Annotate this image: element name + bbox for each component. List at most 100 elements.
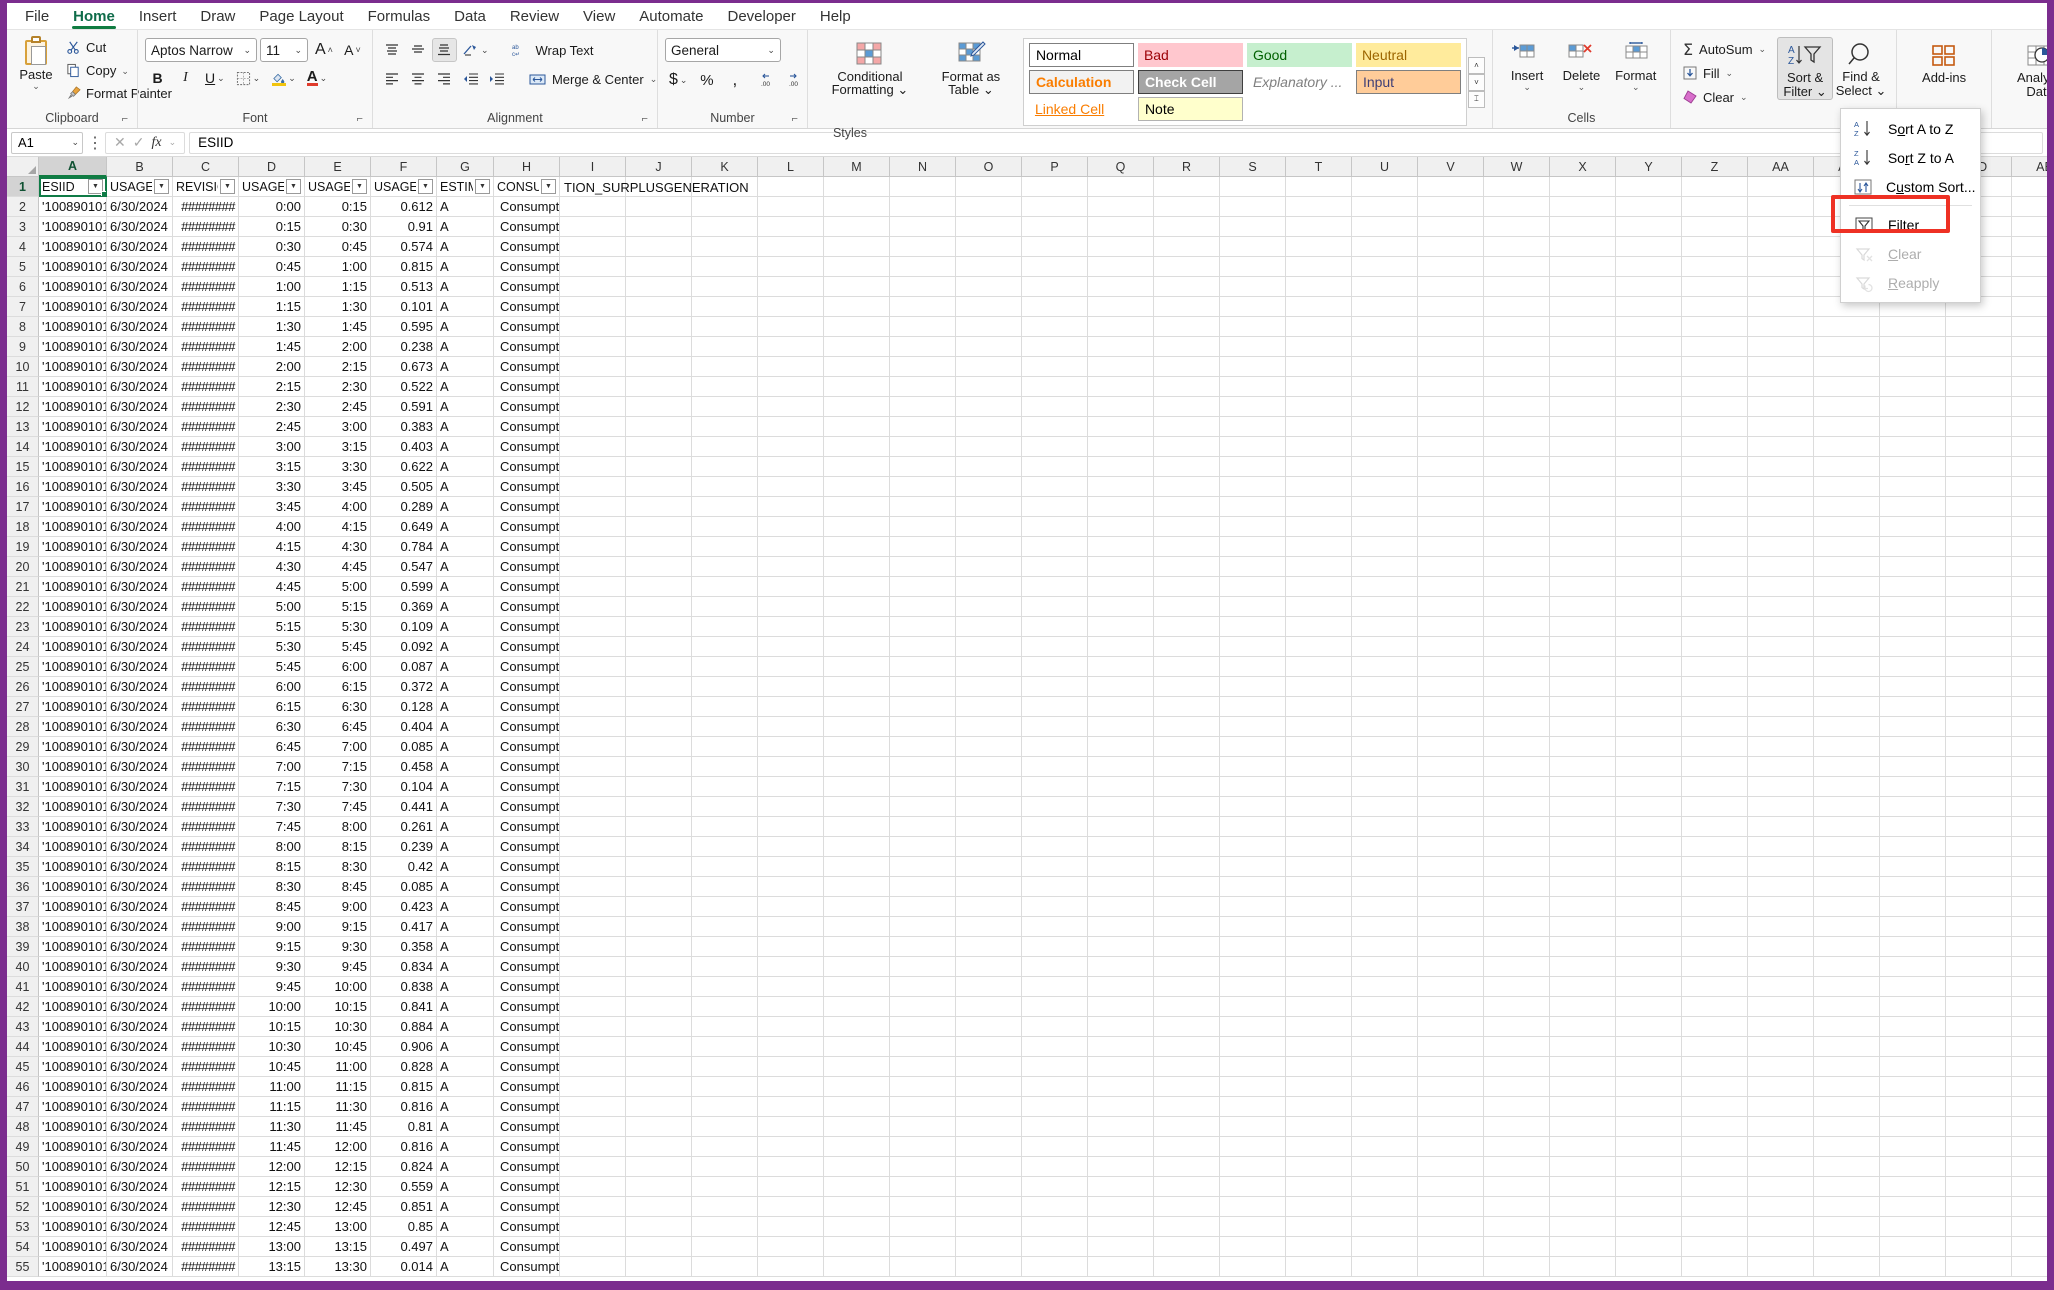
cell-AB31[interactable]	[1814, 777, 1880, 797]
cell-G29[interactable]: A	[437, 737, 494, 757]
cell-P35[interactable]	[1022, 857, 1088, 877]
cell-Y33[interactable]	[1616, 817, 1682, 837]
cell-P25[interactable]	[1022, 657, 1088, 677]
cell-E46[interactable]: 11:15	[305, 1077, 371, 1097]
cell-AD34[interactable]	[1946, 837, 2012, 857]
cell-C46[interactable]: ########	[173, 1077, 239, 1097]
cell-Z51[interactable]	[1682, 1177, 1748, 1197]
cell-U3[interactable]	[1352, 217, 1418, 237]
cell-V42[interactable]	[1418, 997, 1484, 1017]
cell-M26[interactable]	[824, 677, 890, 697]
cell-AA38[interactable]	[1748, 917, 1814, 937]
cell-R47[interactable]	[1154, 1097, 1220, 1117]
cell-J24[interactable]	[626, 637, 692, 657]
cell-Q48[interactable]	[1088, 1117, 1154, 1137]
cell-B5[interactable]: 6/30/2024	[107, 257, 173, 277]
cell-S3[interactable]	[1220, 217, 1286, 237]
column-header-O[interactable]: O	[956, 157, 1022, 177]
cell-K6[interactable]	[692, 277, 758, 297]
cell-V52[interactable]	[1418, 1197, 1484, 1217]
cell-E25[interactable]: 6:00	[305, 657, 371, 677]
cell-V6[interactable]	[1418, 277, 1484, 297]
cell-P51[interactable]	[1022, 1177, 1088, 1197]
cell-AD18[interactable]	[1946, 517, 2012, 537]
cell-O50[interactable]	[956, 1157, 1022, 1177]
cell-R15[interactable]	[1154, 457, 1220, 477]
cell-G50[interactable]: A	[437, 1157, 494, 1177]
cell-W17[interactable]	[1484, 497, 1550, 517]
cell-AC48[interactable]	[1880, 1117, 1946, 1137]
cell-P37[interactable]	[1022, 897, 1088, 917]
cell-Q44[interactable]	[1088, 1037, 1154, 1057]
cell-I14[interactable]	[560, 437, 626, 457]
cell-H30[interactable]: Consumption	[494, 757, 560, 777]
cell-J1[interactable]	[626, 177, 692, 197]
cell-Y54[interactable]	[1616, 1237, 1682, 1257]
cell-AC32[interactable]	[1880, 797, 1946, 817]
cell-style-bad[interactable]: Bad	[1137, 43, 1243, 67]
cell-Q10[interactable]	[1088, 357, 1154, 377]
cell-C22[interactable]: ########	[173, 597, 239, 617]
cell-M8[interactable]	[824, 317, 890, 337]
cell-B46[interactable]: 6/30/2024	[107, 1077, 173, 1097]
cell-P50[interactable]	[1022, 1157, 1088, 1177]
cell-F31[interactable]: 0.104	[371, 777, 437, 797]
cell-AD37[interactable]	[1946, 897, 2012, 917]
cell-O38[interactable]	[956, 917, 1022, 937]
cell-I51[interactable]	[560, 1177, 626, 1197]
cell-U38[interactable]	[1352, 917, 1418, 937]
row-header-29[interactable]: 29	[7, 737, 39, 757]
row-header-45[interactable]: 45	[7, 1057, 39, 1077]
cell-W27[interactable]	[1484, 697, 1550, 717]
cell-F14[interactable]: 0.403	[371, 437, 437, 457]
cell-Y55[interactable]	[1616, 1257, 1682, 1277]
cell-I46[interactable]	[560, 1077, 626, 1097]
cell-M36[interactable]	[824, 877, 890, 897]
cell-A2[interactable]: '100890101	[39, 197, 107, 217]
cell-T44[interactable]	[1286, 1037, 1352, 1057]
cell-L8[interactable]	[758, 317, 824, 337]
menu-item-sort-a-to-z[interactable]: A Z Sort A to Z	[1841, 114, 1980, 143]
cell-AE14[interactable]	[2012, 437, 2047, 457]
cell-P44[interactable]	[1022, 1037, 1088, 1057]
cell-W48[interactable]	[1484, 1117, 1550, 1137]
row-header-6[interactable]: 6	[7, 277, 39, 297]
cell-AE31[interactable]	[2012, 777, 2047, 797]
cell-B14[interactable]: 6/30/2024	[107, 437, 173, 457]
cell-Y39[interactable]	[1616, 937, 1682, 957]
cell-AB20[interactable]	[1814, 557, 1880, 577]
cell-O15[interactable]	[956, 457, 1022, 477]
cell-N33[interactable]	[890, 817, 956, 837]
cell-X29[interactable]	[1550, 737, 1616, 757]
cell-Z6[interactable]	[1682, 277, 1748, 297]
cell-N29[interactable]	[890, 737, 956, 757]
cell-B35[interactable]: 6/30/2024	[107, 857, 173, 877]
cell-Q22[interactable]	[1088, 597, 1154, 617]
cell-O54[interactable]	[956, 1237, 1022, 1257]
cell-J7[interactable]	[626, 297, 692, 317]
cell-F42[interactable]: 0.841	[371, 997, 437, 1017]
cell-H19[interactable]: Consumption	[494, 537, 560, 557]
cell-W37[interactable]	[1484, 897, 1550, 917]
cell-L18[interactable]	[758, 517, 824, 537]
percent-button[interactable]: %	[694, 68, 719, 92]
cell-L48[interactable]	[758, 1117, 824, 1137]
row-header-23[interactable]: 23	[7, 617, 39, 637]
cell-AB49[interactable]	[1814, 1137, 1880, 1157]
cell-J42[interactable]	[626, 997, 692, 1017]
cell-I40[interactable]	[560, 957, 626, 977]
cell-B6[interactable]: 6/30/2024	[107, 277, 173, 297]
cell-G37[interactable]: A	[437, 897, 494, 917]
cell-AE36[interactable]	[2012, 877, 2047, 897]
cell-AB41[interactable]	[1814, 977, 1880, 997]
cell-AD51[interactable]	[1946, 1177, 2012, 1197]
cell-L53[interactable]	[758, 1217, 824, 1237]
cell-J16[interactable]	[626, 477, 692, 497]
cell-O26[interactable]	[956, 677, 1022, 697]
cell-AE20[interactable]	[2012, 557, 2047, 577]
cell-R48[interactable]	[1154, 1117, 1220, 1137]
cell-H37[interactable]: Consumption	[494, 897, 560, 917]
cell-C49[interactable]: ########	[173, 1137, 239, 1157]
header-cell-D1[interactable]: USAGE_▼	[239, 177, 305, 197]
cell-I42[interactable]	[560, 997, 626, 1017]
